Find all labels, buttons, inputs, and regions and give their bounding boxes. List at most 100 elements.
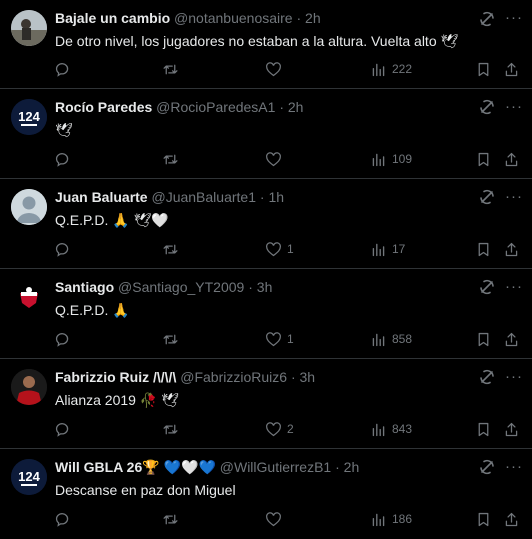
share-button[interactable] bbox=[503, 329, 520, 349]
bookmark-button[interactable] bbox=[475, 59, 492, 79]
bookmark-icon bbox=[478, 422, 489, 436]
user-handle[interactable]: @Santiago_YT2009 bbox=[118, 279, 244, 295]
tweet-text: De otro nivel, los jugadores no estaban … bbox=[55, 33, 459, 49]
tweet-text: Alianza 2019 🥀 🕊 bbox=[55, 392, 179, 408]
share-button[interactable] bbox=[503, 419, 520, 439]
tweet[interactable]: Juan Baluarte @JuanBaluarte1 · 1h ··· Q.… bbox=[0, 179, 532, 269]
avatar[interactable] bbox=[11, 369, 47, 405]
like-button[interactable]: 2 bbox=[265, 419, 294, 439]
more-options-icon[interactable]: ··· bbox=[504, 97, 524, 117]
more-options-icon[interactable]: ··· bbox=[504, 187, 524, 207]
tweet-actions: 109 bbox=[0, 149, 532, 169]
repost-icon bbox=[163, 154, 178, 164]
display-name[interactable]: Bajale un cambio bbox=[55, 10, 170, 26]
bookmark-button[interactable] bbox=[475, 329, 492, 349]
tweet[interactable]: Bajale un cambio @notanbuenosaire · 2h ·… bbox=[0, 0, 532, 89]
user-handle[interactable]: @RocioParedesA1 bbox=[156, 99, 275, 115]
user-handle[interactable]: @WillGutierrezB1 bbox=[220, 459, 331, 475]
display-name[interactable]: Rocío Paredes bbox=[55, 99, 152, 115]
grok-icon[interactable] bbox=[477, 187, 497, 207]
timestamp[interactable]: 3h bbox=[300, 369, 316, 385]
reply-button[interactable] bbox=[54, 149, 71, 169]
avatar[interactable] bbox=[11, 10, 47, 46]
grok-icon[interactable] bbox=[477, 367, 497, 387]
grok-icon[interactable] bbox=[477, 277, 497, 297]
avatar[interactable]: 124 bbox=[11, 459, 47, 495]
separator: · bbox=[335, 459, 340, 475]
repost-button[interactable] bbox=[162, 419, 179, 439]
timestamp[interactable]: 1h bbox=[268, 189, 284, 205]
user-handle[interactable]: @JuanBaluarte1 bbox=[151, 189, 256, 205]
like-button[interactable] bbox=[265, 149, 287, 169]
share-button[interactable] bbox=[503, 59, 520, 79]
bookmark-button[interactable] bbox=[475, 419, 492, 439]
repost-button[interactable] bbox=[162, 509, 179, 529]
views-count: 109 bbox=[392, 152, 413, 166]
tweet-text: Q.E.P.D. 🙏 🕊🤍 bbox=[55, 212, 169, 228]
tweet[interactable]: Santiago @Santiago_YT2009 · 3h ··· Q.E.P… bbox=[0, 269, 532, 359]
like-button[interactable]: 1 bbox=[265, 329, 294, 349]
tweet[interactable]: 124 Will GBLA 26🏆 💙🤍💙 @WillGutierrezB1 ·… bbox=[0, 449, 532, 539]
share-button[interactable] bbox=[503, 149, 520, 169]
views-count: 186 bbox=[392, 512, 413, 526]
display-name[interactable]: Santiago bbox=[55, 279, 114, 295]
tweet[interactable]: 124 Rocío Paredes @RocioParedesA1 · 2h ·… bbox=[0, 89, 532, 179]
more-options-icon[interactable]: ··· bbox=[504, 457, 524, 477]
grok-icon[interactable] bbox=[477, 9, 497, 29]
views-button[interactable]: 17 bbox=[370, 239, 405, 259]
avatar[interactable] bbox=[11, 189, 47, 225]
bookmark-button[interactable] bbox=[475, 239, 492, 259]
bookmark-icon bbox=[478, 152, 489, 166]
like-button[interactable] bbox=[265, 59, 287, 79]
views-button[interactable]: 858 bbox=[370, 329, 412, 349]
views-button[interactable]: 843 bbox=[370, 419, 412, 439]
views-count: 17 bbox=[392, 242, 406, 256]
repost-button[interactable] bbox=[162, 59, 179, 79]
repost-button[interactable] bbox=[162, 149, 179, 169]
tweet-actions: 186 bbox=[0, 509, 532, 529]
tweet-header: Fabrizzio Ruiz /\/\/\ @FabrizzioRuiz6 · … bbox=[55, 368, 315, 386]
user-handle[interactable]: @FabrizzioRuiz6 bbox=[180, 369, 287, 385]
more-options-icon[interactable]: ··· bbox=[504, 8, 524, 28]
display-name[interactable]: Fabrizzio Ruiz /\/\/\ bbox=[55, 369, 176, 385]
repost-button[interactable] bbox=[162, 329, 179, 349]
tweet[interactable]: Fabrizzio Ruiz /\/\/\ @FabrizzioRuiz6 · … bbox=[0, 359, 532, 449]
bookmark-button[interactable] bbox=[475, 149, 492, 169]
separator: · bbox=[279, 99, 284, 115]
reply-button[interactable] bbox=[54, 59, 71, 79]
share-icon bbox=[505, 422, 518, 436]
reply-button[interactable] bbox=[54, 509, 71, 529]
reply-button[interactable] bbox=[54, 239, 71, 259]
views-button[interactable]: 109 bbox=[370, 149, 412, 169]
share-button[interactable] bbox=[503, 239, 520, 259]
views-button[interactable]: 186 bbox=[370, 509, 412, 529]
display-name[interactable]: Juan Baluarte bbox=[55, 189, 148, 205]
user-handle[interactable]: @notanbuenosaire bbox=[174, 10, 293, 26]
timestamp[interactable]: 2h bbox=[288, 99, 304, 115]
more-options-icon[interactable]: ··· bbox=[504, 367, 524, 387]
timestamp[interactable]: 2h bbox=[305, 10, 321, 26]
avatar[interactable] bbox=[11, 279, 47, 315]
grok-icon[interactable] bbox=[477, 457, 497, 477]
like-button[interactable] bbox=[265, 509, 287, 529]
heart-icon bbox=[266, 151, 281, 166]
share-button[interactable] bbox=[503, 509, 520, 529]
views-icon bbox=[372, 333, 385, 346]
grok-icon[interactable] bbox=[477, 97, 497, 117]
like-button[interactable]: 1 bbox=[265, 239, 294, 259]
timestamp[interactable]: 2h bbox=[344, 459, 360, 475]
display-name[interactable]: Will GBLA 26🏆 💙🤍💙 bbox=[55, 459, 216, 475]
tweet-actions: 2 843 bbox=[0, 419, 532, 439]
share-icon bbox=[505, 512, 518, 526]
repost-icon bbox=[163, 424, 178, 434]
reply-icon bbox=[55, 332, 69, 347]
bookmark-button[interactable] bbox=[475, 509, 492, 529]
reply-button[interactable] bbox=[54, 329, 71, 349]
views-icon bbox=[372, 153, 385, 166]
timestamp[interactable]: 3h bbox=[257, 279, 273, 295]
repost-button[interactable] bbox=[162, 239, 179, 259]
more-options-icon[interactable]: ··· bbox=[504, 277, 524, 297]
views-button[interactable]: 222 bbox=[370, 59, 412, 79]
avatar[interactable]: 124 bbox=[11, 99, 47, 135]
reply-button[interactable] bbox=[54, 419, 71, 439]
